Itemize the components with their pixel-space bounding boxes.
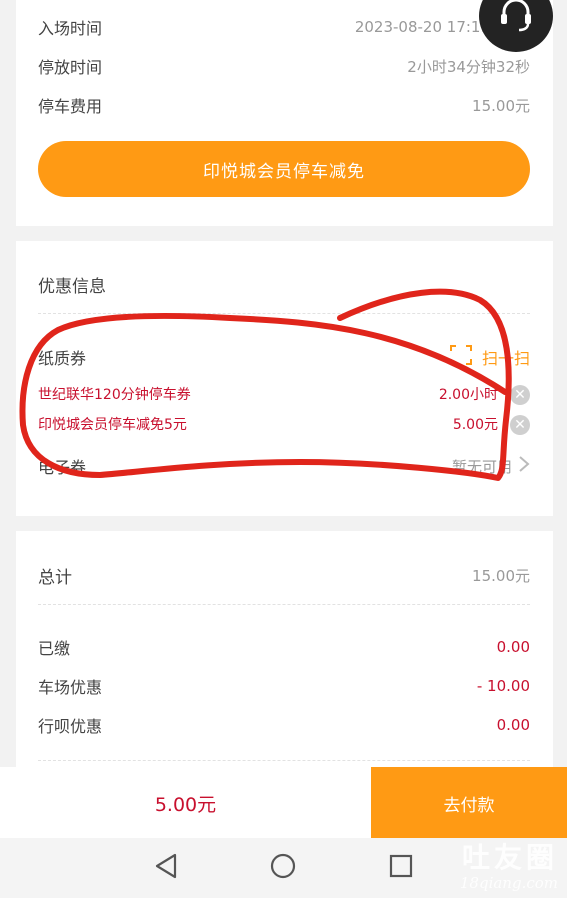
coupon-value: 2.00小时 [438, 387, 498, 403]
total-row: 总计 15.00元 [38, 560, 530, 590]
scan-label: 扫一扫 [481, 349, 530, 368]
entry-time-value: 2023-08-20 17:19 [354, 18, 490, 36]
divider [38, 604, 530, 605]
duration-row: 停放时间 2小时34分钟32秒 [38, 51, 530, 81]
discount-title: 优惠信息 [38, 276, 106, 297]
divider [38, 760, 530, 761]
close-icon: ✕ [514, 387, 526, 403]
paper-coupon-label: 纸质券 [38, 349, 87, 368]
app-discount-row: 行呗优惠 0.00 [38, 710, 530, 740]
lot-discount-row: 车场优惠 - 10.00 [38, 671, 530, 701]
scan-button[interactable]: 扫一扫 [449, 345, 530, 369]
fee-label: 停车费用 [38, 97, 103, 116]
watermark-logo: 吐友圈 [461, 841, 558, 874]
member-discount-button[interactable]: 印悦城会员停车减免 [38, 141, 530, 197]
total-value: 15.00元 [472, 566, 530, 585]
divider [38, 313, 530, 314]
fee-row: 停车费用 15.00元 [38, 90, 530, 120]
total-label: 总计 [38, 567, 72, 588]
pay-button[interactable]: 去付款 [371, 767, 567, 839]
coupon-item: 印悦城会员停车减免5元 5.00元 [38, 411, 530, 437]
paper-coupon-row: 纸质券 扫一扫 [38, 342, 530, 372]
chevron-right-icon [518, 455, 530, 477]
scan-icon [449, 345, 472, 369]
duration-label: 停放时间 [38, 58, 103, 77]
close-icon: ✕ [514, 417, 526, 433]
coupon-value: 5.00元 [452, 417, 498, 433]
ecoupon-row[interactable]: 电子券 暂无可用 [38, 451, 530, 481]
nav-home-button[interactable] [267, 852, 299, 884]
paid-row: 已缴 0.00 [38, 632, 530, 662]
nav-back-button[interactable] [150, 852, 182, 884]
nav-back-icon [154, 853, 178, 883]
ecoupon-label: 电子券 [38, 458, 87, 477]
coupon-name: 世纪联华120分钟停车券 [38, 387, 191, 403]
payment-bar: 5.00元 去付款 [0, 767, 567, 839]
entry-time-label: 入场时间 [38, 19, 103, 38]
coupon-item: 世纪联华120分钟停车券 2.00小时 [38, 381, 530, 407]
customer-service-icon [496, 0, 536, 38]
watermark: 吐友圈 18qiang.com [428, 836, 558, 894]
nav-recents-button[interactable] [385, 852, 417, 884]
watermark-url: 18qiang.com [459, 874, 558, 892]
paid-label: 已缴 [38, 639, 71, 658]
remove-coupon-button[interactable]: ✕ [510, 385, 530, 405]
lot-discount-value: - 10.00 [476, 677, 530, 695]
paid-value: 0.00 [496, 638, 530, 656]
duration-value: 2小时34分钟32秒 [407, 57, 530, 76]
nav-recents-icon [389, 854, 413, 882]
ecoupon-value: 暂无可用 [451, 457, 512, 476]
discount-header: 优惠信息 [38, 269, 530, 299]
lot-discount-label: 车场优惠 [38, 678, 103, 697]
app-discount-value: 0.00 [496, 716, 530, 734]
coupon-name: 印悦城会员停车减免5元 [38, 417, 187, 433]
nav-home-icon [270, 853, 296, 883]
fee-value: 15.00元 [472, 96, 530, 115]
amount-due: 5.00元 [154, 793, 217, 816]
app-discount-label: 行呗优惠 [38, 717, 103, 736]
remove-coupon-button[interactable]: ✕ [510, 415, 530, 435]
entry-time-row: 入场时间 2023-08-20 17:19 [38, 12, 530, 42]
